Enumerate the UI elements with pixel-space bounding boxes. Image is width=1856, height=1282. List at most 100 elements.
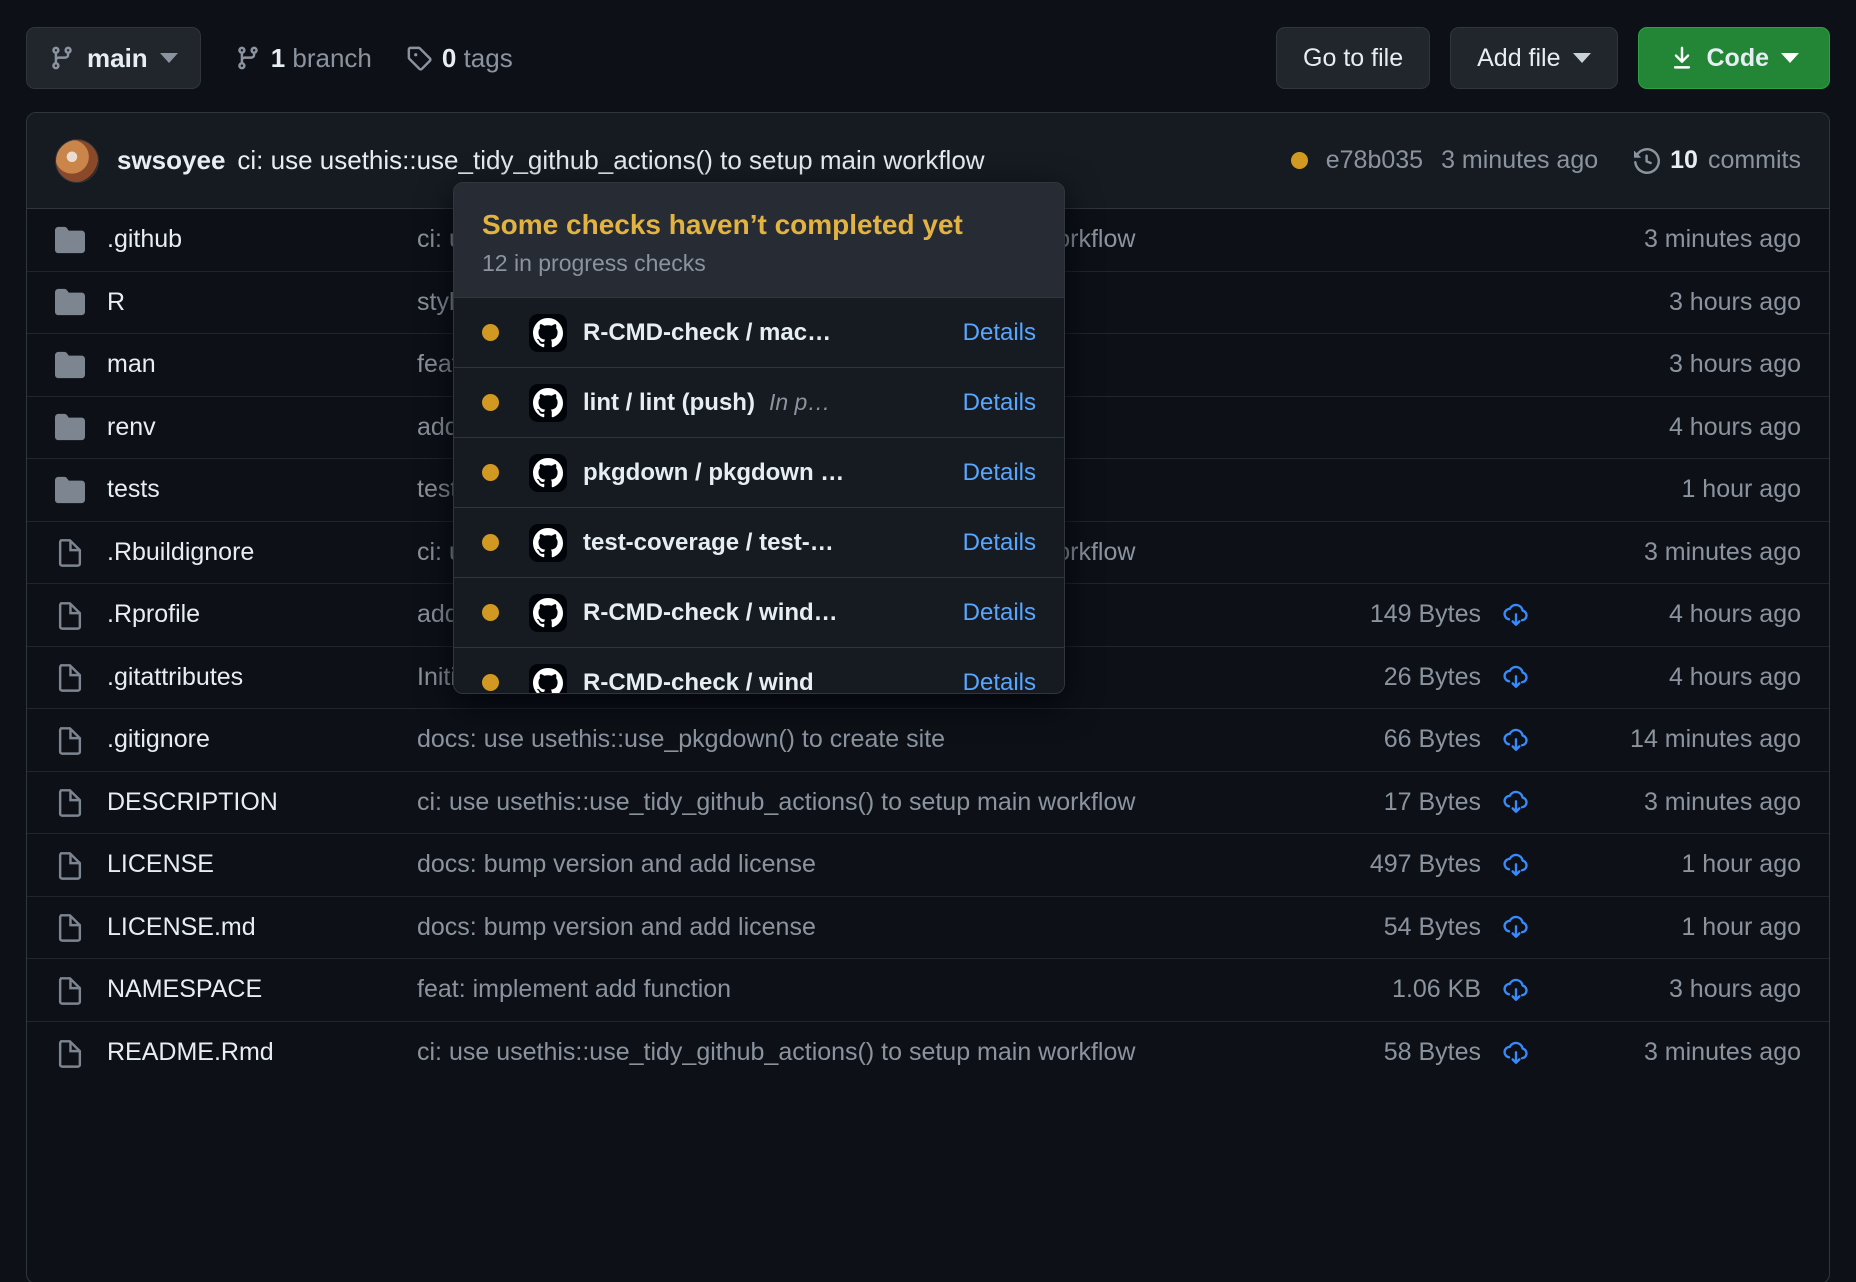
check-details-link[interactable]: Details — [945, 669, 1036, 694]
table-row[interactable]: README.Rmd ci: use usethis::use_tidy_gith… — [27, 1022, 1829, 1085]
folder-icon — [55, 287, 107, 317]
file-name[interactable]: DESCRIPTION — [107, 788, 417, 817]
file-icon — [55, 662, 107, 693]
check-details-link[interactable]: Details — [945, 319, 1036, 347]
lfs-download-icon[interactable] — [1481, 912, 1551, 942]
avatar[interactable] — [55, 138, 99, 183]
file-icon — [55, 600, 107, 630]
check-details-link[interactable]: Details — [945, 529, 1036, 557]
list-item[interactable]: lint / lint (push) In p… Details — [454, 367, 1064, 437]
file-commit-time: 4 hours ago — [1668, 662, 1801, 691]
check-status-dot — [482, 324, 499, 341]
list-item[interactable]: pkgdown / pkgdown … Details — [454, 437, 1064, 507]
checks-popup-title: Some checks haven’t completed yet — [482, 209, 963, 240]
commits-count-link[interactable]: 10 commits — [1634, 146, 1801, 175]
lfs-download-icon[interactable] — [1481, 975, 1551, 1005]
tags-link[interactable]: 0 tags — [406, 43, 513, 74]
branches-link[interactable]: 1 branch — [235, 43, 372, 74]
file-commit-message[interactable]: docs: bump version and add license — [417, 850, 1301, 879]
file-name[interactable]: LICENSE.md — [107, 913, 417, 942]
check-details-link[interactable]: Details — [945, 389, 1036, 417]
file-commit-time: 3 minutes ago — [1643, 1038, 1801, 1067]
file-commit-time: 3 hours ago — [1668, 350, 1801, 379]
check-name: R-CMD-check / wind — [583, 668, 814, 694]
table-row[interactable]: LICENSE docs: bump version and add licens… — [27, 834, 1829, 897]
check-name: test-coverage / test-… — [583, 528, 834, 556]
checks-popup-header: Some checks haven’t completed yet 12 in … — [454, 183, 1064, 297]
table-row[interactable]: LICENSE.md docs: bump version and add lic… — [27, 897, 1829, 959]
file-commit-message[interactable]: ci: use usethis::use_tidy_github_actions… — [417, 788, 1301, 817]
commit-meta: e78b035 3 minutes ago 10 commits — [1290, 146, 1801, 175]
file-name[interactable]: .Rbuildignore — [107, 538, 417, 567]
checks-popup: Some checks haven’t completed yet 12 in … — [453, 182, 1065, 694]
check-name: lint / lint (push) — [583, 388, 755, 416]
chevron-down-icon — [1781, 53, 1799, 63]
lfs-download-icon[interactable] — [1481, 1038, 1551, 1068]
add-file-button[interactable]: Add file — [1450, 27, 1618, 89]
code-label: Code — [1706, 43, 1770, 72]
folder-icon — [55, 412, 107, 442]
branch-name-label: main — [87, 42, 148, 73]
commit-message[interactable]: ci: use usethis::use_tidy_github_actions… — [237, 145, 984, 176]
table-row[interactable]: DESCRIPTION ci: use usethis::use_tidy_git… — [27, 772, 1829, 834]
file-size: 1.06 KB — [1392, 975, 1481, 1004]
checks-list: R-CMD-check / mac… Details lint / lint (pu… — [454, 297, 1064, 694]
file-icon — [55, 537, 107, 568]
file-name[interactable]: man — [107, 350, 417, 379]
table-row[interactable]: NAMESPACE feat: implement add function 1.0… — [27, 959, 1829, 1022]
file-commit-message[interactable]: ci: use usethis::use_tidy_github_actions… — [417, 1038, 1301, 1067]
check-details-link[interactable]: Details — [945, 459, 1036, 487]
file-icon — [55, 850, 107, 880]
file-commit-message[interactable]: docs: use usethis::use_pkgdown() to crea… — [417, 725, 1301, 754]
file-name[interactable]: .gitattributes — [107, 663, 417, 692]
file-name[interactable]: README.Rmd — [107, 1038, 417, 1067]
lfs-download-icon[interactable] — [1481, 662, 1551, 692]
table-row[interactable]: .gitignore docs: use usethis::use_pkgdown… — [27, 709, 1829, 772]
status-badge[interactable] — [1290, 152, 1308, 169]
file-commit-time: 1 hour ago — [1681, 475, 1801, 504]
go-to-file-button[interactable]: Go to file — [1276, 27, 1431, 89]
check-status-dot — [482, 604, 499, 621]
lfs-download-icon[interactable] — [1481, 725, 1551, 755]
file-name[interactable]: R — [107, 288, 417, 317]
code-button[interactable]: Code — [1637, 27, 1830, 89]
file-commit-time: 3 minutes ago — [1643, 225, 1801, 254]
file-name[interactable]: .github — [107, 225, 417, 254]
file-commit-time: 3 minutes ago — [1643, 787, 1801, 816]
file-name[interactable]: NAMESPACE — [107, 975, 417, 1004]
folder-icon — [55, 475, 107, 505]
list-item[interactable]: R-CMD-check / wind Details — [454, 647, 1064, 694]
folder-icon — [55, 225, 107, 255]
lfs-download-icon[interactable] — [1481, 787, 1551, 817]
list-item[interactable]: R-CMD-check / wind… Details — [454, 577, 1064, 647]
tag-count-number: 0 — [441, 42, 457, 73]
check-details-link[interactable]: Details — [945, 599, 1036, 627]
commit-author[interactable]: swsoyee — [117, 145, 225, 176]
file-name[interactable]: .gitignore — [107, 725, 417, 754]
check-name: pkgdown / pkgdown … — [583, 458, 845, 486]
file-icon — [55, 725, 107, 755]
file-name[interactable]: renv — [107, 413, 417, 442]
commits-count-label: commits — [1707, 146, 1801, 174]
commit-time: 3 minutes ago — [1441, 146, 1599, 174]
list-item[interactable]: test-coverage / test-… Details — [454, 507, 1064, 577]
file-size: 149 Bytes — [1369, 600, 1481, 629]
branch-selector-button[interactable]: main — [26, 27, 201, 89]
file-name[interactable]: .Rprofile — [107, 600, 417, 629]
file-commit-time: 1 hour ago — [1681, 912, 1801, 941]
file-icon — [55, 1038, 107, 1068]
file-commit-message[interactable]: feat: implement add function — [417, 975, 1301, 1004]
lfs-download-icon[interactable] — [1481, 600, 1551, 630]
file-name[interactable]: tests — [107, 475, 417, 504]
list-item[interactable]: R-CMD-check / mac… Details — [454, 297, 1064, 367]
file-size: 26 Bytes — [1383, 662, 1481, 691]
lfs-download-icon[interactable] — [1481, 850, 1551, 880]
commit-sha[interactable]: e78b035 — [1326, 146, 1423, 175]
check-status-dot — [482, 534, 499, 551]
file-commit-time: 14 minutes ago — [1630, 725, 1801, 754]
file-name[interactable]: LICENSE — [107, 850, 417, 879]
github-icon — [529, 453, 567, 492]
file-commit-message[interactable]: docs: bump version and add license — [417, 913, 1301, 942]
file-size: 66 Bytes — [1383, 725, 1481, 754]
file-size: 54 Bytes — [1383, 912, 1481, 941]
